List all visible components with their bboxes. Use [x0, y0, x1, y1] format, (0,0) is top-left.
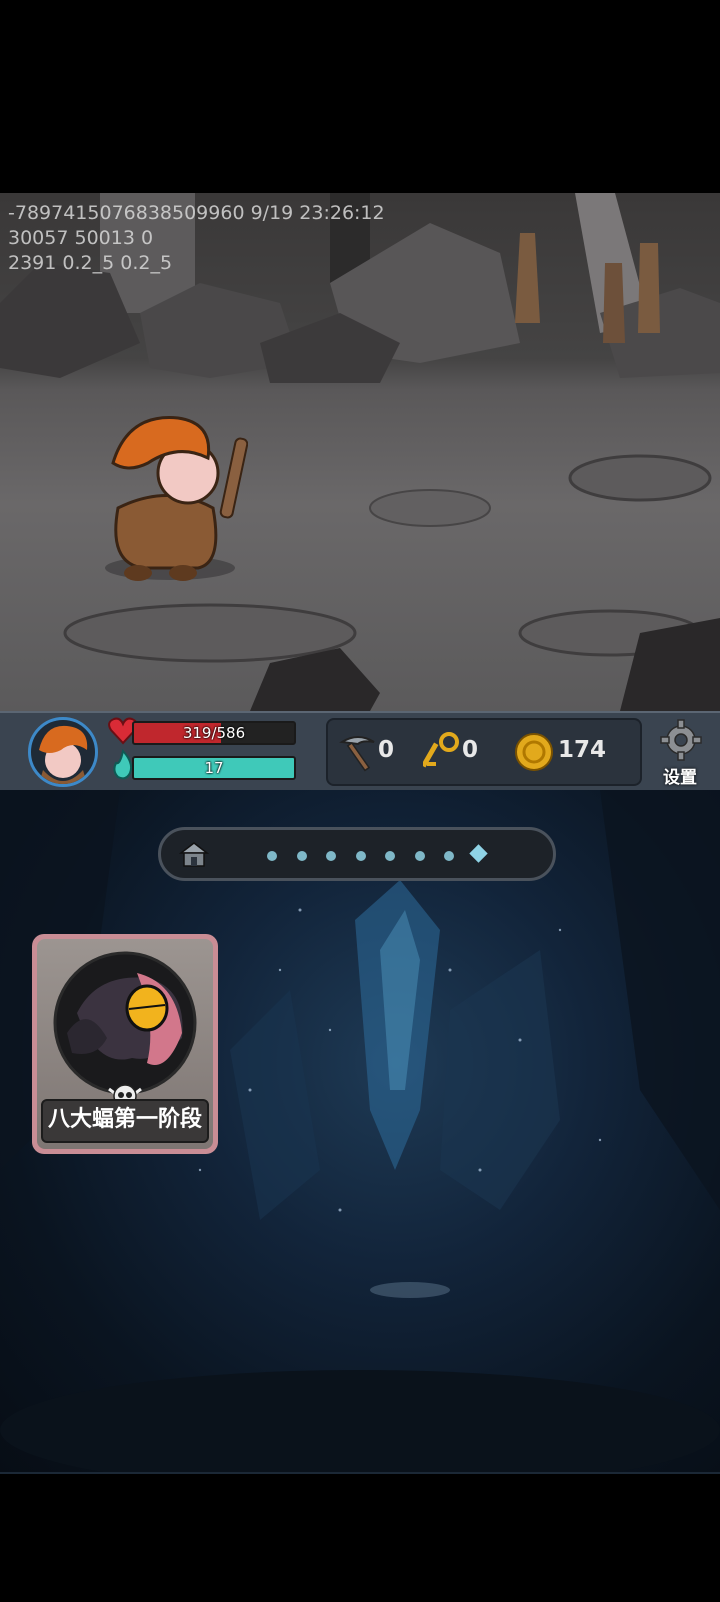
progress-dot: [267, 851, 277, 861]
boss-stage-card-inner: 八大蝠第一阶段: [37, 939, 213, 1149]
progress-dot: [355, 851, 366, 861]
gear-icon: [660, 719, 702, 765]
house-icon[interactable]: [178, 840, 210, 874]
top-letterbox: [0, 0, 720, 193]
settings-button[interactable]: 设置: [650, 719, 710, 788]
debug-line-1: -7897415076838509960 9/19 23:26:12: [8, 202, 385, 224]
pickaxe-icon: [338, 732, 378, 776]
settings-label: 设置: [663, 768, 697, 788]
hp-bar: 319/586: [132, 721, 296, 745]
key-count: 0: [462, 737, 479, 763]
key-icon: [421, 730, 463, 778]
progress-dot: [326, 851, 336, 861]
resource-panel: 0 0 174: [326, 718, 642, 786]
bat-boss-portrait: [53, 951, 197, 1095]
debug-line-2: 30057 50013 0: [8, 227, 154, 249]
mana-text: 17: [204, 759, 224, 777]
debug-overlay: -7897415076838509960 9/19 23:26:12 30057…: [8, 201, 385, 276]
boss-stage-label: 八大蝠第一阶段: [41, 1099, 209, 1143]
progress-dot: [414, 851, 425, 861]
bottom-letterbox: [0, 1472, 720, 1602]
player-character: [111, 416, 248, 581]
gold-coin-icon: [514, 732, 554, 776]
player-avatar[interactable]: [28, 717, 98, 787]
progress-dot: [385, 851, 395, 861]
avatar-portrait-icon: [39, 725, 88, 784]
progress-dot: [296, 851, 307, 861]
stage-progress-bar: [158, 827, 556, 881]
mana-bar: 17: [132, 756, 296, 780]
progress-dot: [444, 851, 454, 861]
hp-text: 319/586: [182, 724, 246, 742]
boss-stage-card[interactable]: 八大蝠第一阶段: [32, 934, 218, 1154]
status-hud: 319/586 17 0 0 174 设置: [0, 711, 720, 792]
current-position-marker: [469, 844, 488, 863]
debug-line-3: 2391 0.2_5 0.2_5: [8, 252, 173, 274]
battle-scene: -7897415076838509960 9/19 23:26:12 30057…: [0, 193, 720, 711]
gold-count: 174: [558, 737, 607, 763]
pickaxe-count: 0: [378, 737, 395, 763]
